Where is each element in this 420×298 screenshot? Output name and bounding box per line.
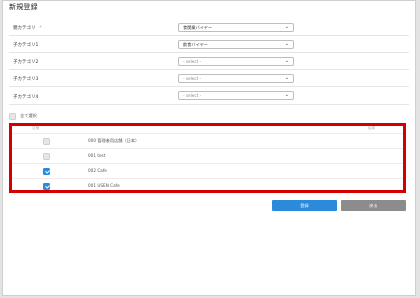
store-name: 001 test xyxy=(88,153,106,158)
store-name: 000 管理者用店舗（日本） xyxy=(88,138,140,143)
store-table: 店舗 結果 000 管理者用店舗（日本） 001 test 002 Cafe 0… xyxy=(9,123,406,193)
parent-category-label-text: 親カテゴリ xyxy=(13,26,36,31)
page-title: 新規登録 xyxy=(9,3,38,11)
sub-category-1-select[interactable]: 飲食バイヤー ⌄ xyxy=(178,40,294,49)
sub-category-2-value: - select - xyxy=(183,59,202,64)
chevron-down-icon: ⌄ xyxy=(284,92,289,98)
store-name: 002 Cafe xyxy=(88,168,107,173)
chevron-down-icon: ⌄ xyxy=(284,75,289,81)
required-mark: * xyxy=(39,26,42,31)
divider xyxy=(9,104,409,105)
table-row[interactable]: 000 管理者用店舗（日本） xyxy=(12,133,403,148)
row-checkbox[interactable] xyxy=(43,137,50,145)
sub-category-1-label: 子カテゴリ1 xyxy=(13,43,39,48)
sub-category-1-value: 飲食バイヤー xyxy=(183,42,208,47)
row-checkbox-checked[interactable] xyxy=(43,167,50,175)
row-checkbox[interactable] xyxy=(43,152,50,160)
registration-page: 新規登録 親カテゴリ * 食関業バイヤー ⌄ 子カテゴリ1 飲食バイヤー ⌄ 子カ… xyxy=(2,0,416,296)
sub-category-3-label: 子カテゴリ3 xyxy=(13,77,39,82)
store-name: 001 USEN Cafe xyxy=(88,183,120,188)
store-column-header: 店舗 xyxy=(32,126,40,130)
result-column-header: 結果 xyxy=(367,126,375,130)
sub-category-4-select[interactable]: - select - ⌄ xyxy=(178,91,294,100)
parent-category-label: 親カテゴリ * xyxy=(13,25,42,31)
select-all-checkbox[interactable] xyxy=(9,112,16,120)
select-all[interactable]: 全て選択 xyxy=(9,112,37,120)
divider xyxy=(9,52,409,53)
sub-category-3-value: - select - xyxy=(183,76,202,81)
back-button[interactable]: 戻る xyxy=(341,200,406,211)
chevron-down-icon: ⌄ xyxy=(284,41,289,47)
table-row[interactable]: 001 USEN Cafe xyxy=(12,178,403,193)
sub-category-2-label: 子カテゴリ2 xyxy=(13,60,39,65)
sub-category-4-label: 子カテゴリ4 xyxy=(13,95,39,100)
sub-category-2-select[interactable]: - select - ⌄ xyxy=(178,57,294,66)
sub-category-3-select[interactable]: - select - ⌄ xyxy=(178,74,294,83)
chevron-down-icon: ⌄ xyxy=(284,24,289,30)
select-all-label: 全て選択 xyxy=(20,113,37,118)
table-row[interactable]: 002 Cafe xyxy=(12,163,403,178)
parent-category-value: 食関業バイヤー xyxy=(183,25,213,30)
divider xyxy=(9,69,409,70)
table-row[interactable]: 001 test xyxy=(12,148,403,163)
table-header: 店舗 結果 xyxy=(12,126,403,133)
sub-category-4-value: - select - xyxy=(183,93,202,98)
register-button[interactable]: 登録 xyxy=(272,200,337,211)
parent-category-select[interactable]: 食関業バイヤー ⌄ xyxy=(178,23,294,32)
divider xyxy=(9,35,409,36)
row-checkbox-checked[interactable] xyxy=(43,182,50,190)
divider xyxy=(9,86,409,87)
chevron-down-icon: ⌄ xyxy=(284,58,289,64)
